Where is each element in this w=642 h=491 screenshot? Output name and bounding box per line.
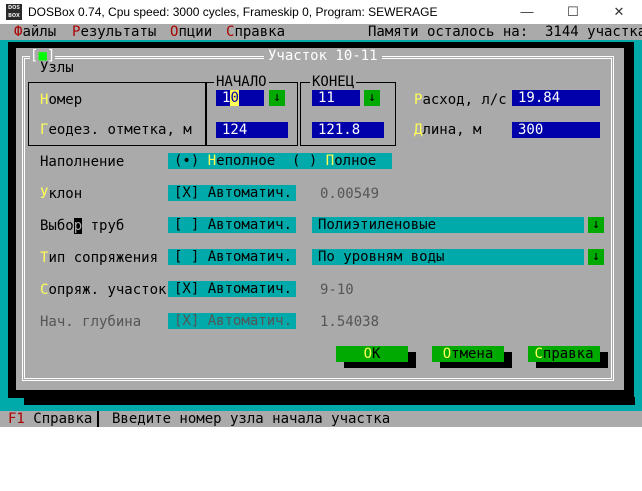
pipe-type-dropdown-icon[interactable]: ↓ (588, 217, 604, 233)
status-bar: F1 Справка Введите номер узла начала уча… (0, 411, 642, 427)
menu-options[interactable]: Опции (170, 24, 212, 40)
memory-remaining: Памяти осталось на: 3144 участка (368, 24, 642, 40)
slope-label: Уклон (40, 186, 83, 202)
conjugation-auto-checkbox[interactable]: [ ] Автоматич. (168, 249, 296, 265)
menu-bar: Файлы Результаты Опции Справка Памяти ос… (0, 24, 642, 40)
status-help-item[interactable]: F1 Справка (8, 411, 92, 427)
start-elevation-input[interactable]: 124 (216, 122, 288, 138)
fill-radio-group[interactable]: (•) Неполное ( ) Полное (168, 153, 392, 169)
dos-screen: Файлы Результаты Опции Справка Памяти ос… (0, 24, 642, 427)
help-button[interactable]: Справка (528, 346, 600, 362)
conjugation-section-auto-checkbox[interactable]: [X] Автоматич. (168, 281, 296, 297)
start-depth-auto-checkbox[interactable]: [X] Автоматич. (168, 313, 296, 329)
fill-full-radio[interactable]: ( ) Полное (292, 153, 376, 169)
length-input[interactable]: 300 (512, 122, 600, 138)
cancel-button[interactable]: Отмена (432, 346, 504, 362)
elevation-label: Геодез. отметка, м (40, 122, 192, 138)
fill-partial-radio[interactable]: (•) Неполное (174, 153, 275, 169)
nodes-label: Узлы (40, 60, 74, 76)
end-number-dropdown-icon[interactable]: ↓ (364, 90, 380, 106)
ok-button[interactable]: ОК (336, 346, 408, 362)
slope-auto-checkbox[interactable]: [X] Автоматич. (168, 185, 296, 201)
pipe-type-select[interactable]: Полиэтиленовые (312, 217, 584, 233)
dialog-title: Участок 10-11 (264, 48, 382, 64)
conjugation-section-value: 9-10 (320, 282, 354, 298)
conjugation-type-dropdown-icon[interactable]: ↓ (588, 249, 604, 265)
end-number-input[interactable]: 11 (312, 90, 360, 106)
status-hint: Введите номер узла начала участка (112, 411, 391, 427)
menu-results[interactable]: Результаты (72, 24, 156, 40)
minimize-button[interactable]: — (504, 0, 550, 24)
start-depth-value: 1.54038 (320, 314, 380, 330)
close-window-button[interactable]: ✕ (596, 0, 642, 24)
end-column-label: КОНЕЦ (310, 74, 357, 90)
start-column-label: НАЧАЛО (214, 74, 269, 90)
flow-label: Расход, л/с (414, 92, 507, 108)
slope-value: 0.00549 (320, 186, 380, 202)
window-titlebar: DOS BOX DOSBox 0.74, Cpu speed: 3000 cyc… (0, 0, 642, 25)
window-title: DOSBox 0.74, Cpu speed: 3000 cycles, Fra… (28, 5, 438, 19)
end-elevation-input[interactable]: 121.8 (312, 122, 384, 138)
start-number-input[interactable]: 10 (216, 90, 264, 106)
flow-input[interactable]: 19.84 (512, 90, 600, 106)
conjugation-type-label: Тип сопряжения (40, 250, 159, 266)
menu-help[interactable]: Справка (226, 24, 285, 40)
start-depth-label: Нач. глубина (40, 314, 142, 330)
number-label: Номер (40, 92, 83, 108)
section-dialog: [■] Участок 10-11 Узлы НАЧАЛО КОНЕЦ Номе… (16, 48, 624, 390)
pipe-auto-checkbox[interactable]: [ ] Автоматич. (168, 217, 296, 233)
dosbox-app-icon: DOS BOX (6, 4, 22, 20)
dialog-shadow (24, 397, 635, 405)
fill-label: Наполнение (40, 154, 125, 170)
conjugation-type-select[interactable]: По уровням воды (312, 249, 584, 265)
length-label: Длина, м (414, 122, 482, 138)
menu-files[interactable]: Файлы (14, 24, 56, 40)
app-icon-text: DOS BOX (7, 5, 20, 19)
start-number-dropdown-icon[interactable]: ↓ (269, 90, 285, 106)
conjugation-section-label: Сопряж. участок (40, 282, 167, 298)
maximize-button[interactable]: ☐ (550, 0, 596, 24)
status-separator (97, 411, 99, 427)
pipe-choice-label: Выбор труб (40, 218, 125, 234)
